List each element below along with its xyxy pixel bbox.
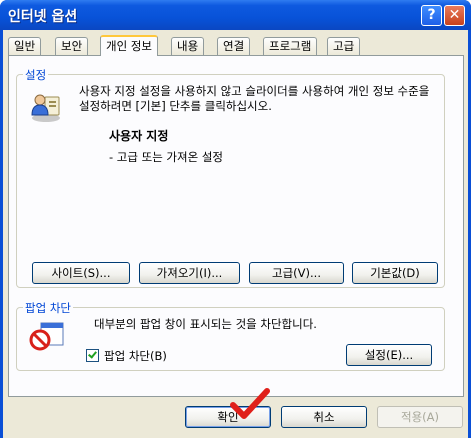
- popup-description: 대부분의 팝업 창이 표시되는 것을 차단합니다.: [94, 317, 317, 331]
- close-button[interactable]: ✕: [444, 5, 465, 26]
- popup-blocker-icon: [29, 322, 64, 351]
- panel-content: 설정 사용자 지정 설정을 사용하지 않고 슬라이더를 사용하여 개인 정보 수…: [3, 30, 468, 438]
- user-privacy-icon: [31, 94, 60, 122]
- checkmark-icon: [88, 349, 97, 359]
- title-bar: 인터넷 옵션 ? ✕: [0, 0, 471, 30]
- import-button[interactable]: 가져오기(I)...: [139, 262, 240, 284]
- privacy-level-title: 사용자 지정: [109, 129, 169, 143]
- default-button[interactable]: 기본값(D): [352, 262, 438, 284]
- popup-block-label[interactable]: 팝업 차단(B): [104, 348, 167, 364]
- cancel-button[interactable]: 취소: [281, 406, 367, 428]
- settings-description: 사용자 지정 설정을 사용하지 않고 슬라이더를 사용하여 개인 정보 수준을 …: [79, 84, 430, 113]
- checkbox-box[interactable]: [86, 349, 99, 362]
- internet-options-window: 인터넷 옵션 ? ✕ 일반 보안 개인 정보 내용 연결 프로그램 고급 설정: [0, 0, 471, 438]
- window-title: 인터넷 옵션: [8, 9, 78, 25]
- advanced-button[interactable]: 고급(V)...: [249, 262, 344, 284]
- apply-button[interactable]: 적용(A): [377, 406, 463, 428]
- help-button[interactable]: ?: [421, 5, 442, 26]
- popup-group-label: 팝업 차단: [23, 300, 73, 316]
- sites-button[interactable]: 사이트(S)...: [32, 262, 130, 284]
- red-checkmark-icon: [230, 388, 270, 419]
- settings-group-label: 설정: [23, 67, 49, 83]
- dialog-body: 일반 보안 개인 정보 내용 연결 프로그램 고급 설정 사용자 지정 설정을 …: [3, 30, 468, 438]
- privacy-level-subtitle: - 고급 또는 가져온 설정: [109, 150, 223, 164]
- popup-block-checkbox[interactable]: [86, 349, 99, 362]
- popup-settings-button[interactable]: 설정(E)...: [346, 344, 432, 366]
